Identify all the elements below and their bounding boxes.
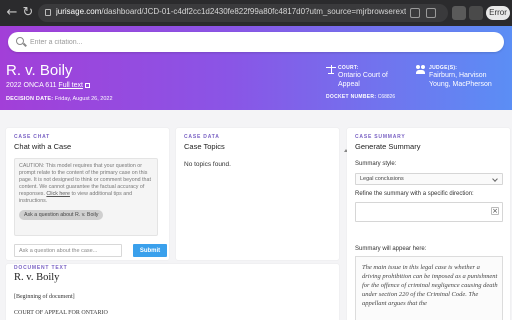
full-text-link[interactable]: Full text — [58, 82, 83, 89]
summary-style-select[interactable]: Legal conclusions — [355, 173, 503, 185]
case-header: R. v. Boily 2022 ONCA 611 Full text DECI… — [0, 26, 512, 110]
document-text-card: DOCUMENT TEXT R. v. Boily [Beginning of … — [6, 264, 339, 320]
summary-style-label: Summary style: — [355, 161, 397, 167]
chevron-down-icon — [492, 176, 498, 182]
case-summary-kicker: CASE SUMMARY — [355, 134, 406, 140]
puzzle-icon[interactable] — [469, 6, 483, 20]
summary-text: The main issue in this legal case is whe… — [362, 264, 498, 307]
judges-icon — [416, 65, 426, 74]
address-bar[interactable]: jurisage.com/dashboard/JCD-01-c4df2cc1d2… — [38, 4, 448, 22]
refine-direction-input[interactable]: × — [355, 202, 503, 222]
case-chat-card: CASE CHAT Chat with a Case CAUTION: This… — [6, 128, 169, 260]
docket-value: C68826 — [377, 94, 396, 100]
docket-number: DOCKET NUMBER: C68826 — [326, 94, 395, 100]
profile-button[interactable]: Error — [486, 6, 510, 20]
judges-value: Fairburn, Harvison Young, MacPherson — [429, 72, 492, 88]
chat-question-input[interactable] — [14, 244, 122, 257]
suggested-question-chip[interactable]: Ask a question about R. v. Boily — [19, 210, 104, 220]
case-data-card: CASE DATA Case Topics No topics found. — [176, 128, 339, 260]
case-chat-kicker: CASE CHAT — [14, 134, 50, 140]
external-link-icon[interactable] — [84, 83, 90, 88]
case-title: R. v. Boily — [6, 62, 73, 79]
reload-icon[interactable]: ↻ — [20, 5, 36, 21]
document-kicker: DOCUMENT TEXT — [14, 265, 68, 271]
docket-label: DOCKET NUMBER: — [326, 94, 377, 100]
summary-output: The main issue in this legal case is whe… — [355, 256, 503, 320]
case-citation: 2022 ONCA 611 Full text — [6, 82, 90, 89]
caution-box: CAUTION: This model requires that your q… — [14, 158, 158, 236]
citation-text: 2022 ONCA 611 — [6, 82, 57, 89]
document-line: [Beginning of document] — [14, 294, 75, 300]
browser-toolbar: ← ↻ jurisage.com/dashboard/JCD-01-c4df2c… — [0, 0, 512, 26]
summary-output-label: Summary will appear here: — [355, 246, 427, 252]
url-text: jurisage.com/dashboard/JCD-01-c4df2cc1d2… — [56, 7, 406, 16]
share-icon[interactable] — [410, 8, 420, 18]
lock-icon — [45, 9, 51, 16]
case-chat-title: Chat with a Case — [14, 142, 72, 151]
star-icon[interactable] — [426, 8, 436, 18]
tips-link[interactable]: Click here — [46, 191, 70, 197]
decision-date-value: Friday, August 26, 2022 — [54, 96, 113, 102]
case-summary-title: Generate Summary — [355, 142, 421, 151]
summary-style-value: Legal conclusions — [360, 176, 404, 182]
back-arrow-icon[interactable]: ← — [4, 5, 20, 21]
citation-search-input[interactable] — [30, 35, 490, 49]
scales-icon — [326, 65, 336, 74]
decision-date: DECISION DATE: Friday, August 26, 2022 — [6, 96, 113, 102]
clear-icon[interactable]: × — [491, 207, 499, 215]
page: R. v. Boily 2022 ONCA 611 Full text DECI… — [0, 26, 512, 320]
search-icon — [16, 37, 24, 45]
case-data-title: Case Topics — [184, 142, 225, 151]
document-line: COURT OF APPEAL FOR ONTARIO — [14, 310, 108, 316]
submit-button[interactable]: Submit — [133, 244, 167, 257]
decision-date-label: DECISION DATE: — [6, 96, 54, 102]
case-data-kicker: CASE DATA — [184, 134, 220, 140]
no-topics-text: No topics found. — [184, 161, 231, 168]
caution-text: CAUTION: This model requires that your q… — [19, 163, 151, 204]
citation-search — [8, 32, 504, 52]
refine-label: Refine the summary with a specific direc… — [355, 191, 474, 197]
extension-icon[interactable] — [452, 6, 466, 20]
document-title: R. v. Boily — [14, 272, 60, 283]
case-summary-card: CASE SUMMARY Generate Summary Summary st… — [347, 128, 510, 320]
court-value: Ontario Court of Appeal — [338, 72, 388, 88]
